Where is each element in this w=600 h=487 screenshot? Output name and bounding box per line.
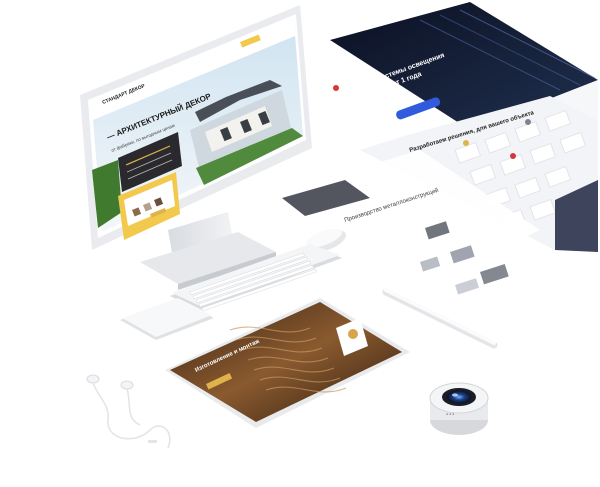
- desktop-monitor: СТАНДАРТ ДЕКОР — АРХИТЕКТУРНЫЙ ДЕКОР от …: [80, 5, 312, 290]
- svg-text:● ● ●: ● ● ●: [446, 412, 454, 416]
- earphones: [86, 374, 171, 449]
- isometric-mockup-scene: Создаём системы освещения с поставкой от…: [0, 0, 600, 487]
- right-logo-icon: [333, 85, 339, 91]
- stylus-pen[interactable]: [382, 288, 498, 349]
- mockup-illustration: Создаём системы освещения с поставкой от…: [80, 2, 598, 449]
- avatar: [348, 329, 358, 339]
- camera-lens: ● ● ●: [429, 382, 489, 435]
- right-cta-button[interactable]: [395, 96, 441, 120]
